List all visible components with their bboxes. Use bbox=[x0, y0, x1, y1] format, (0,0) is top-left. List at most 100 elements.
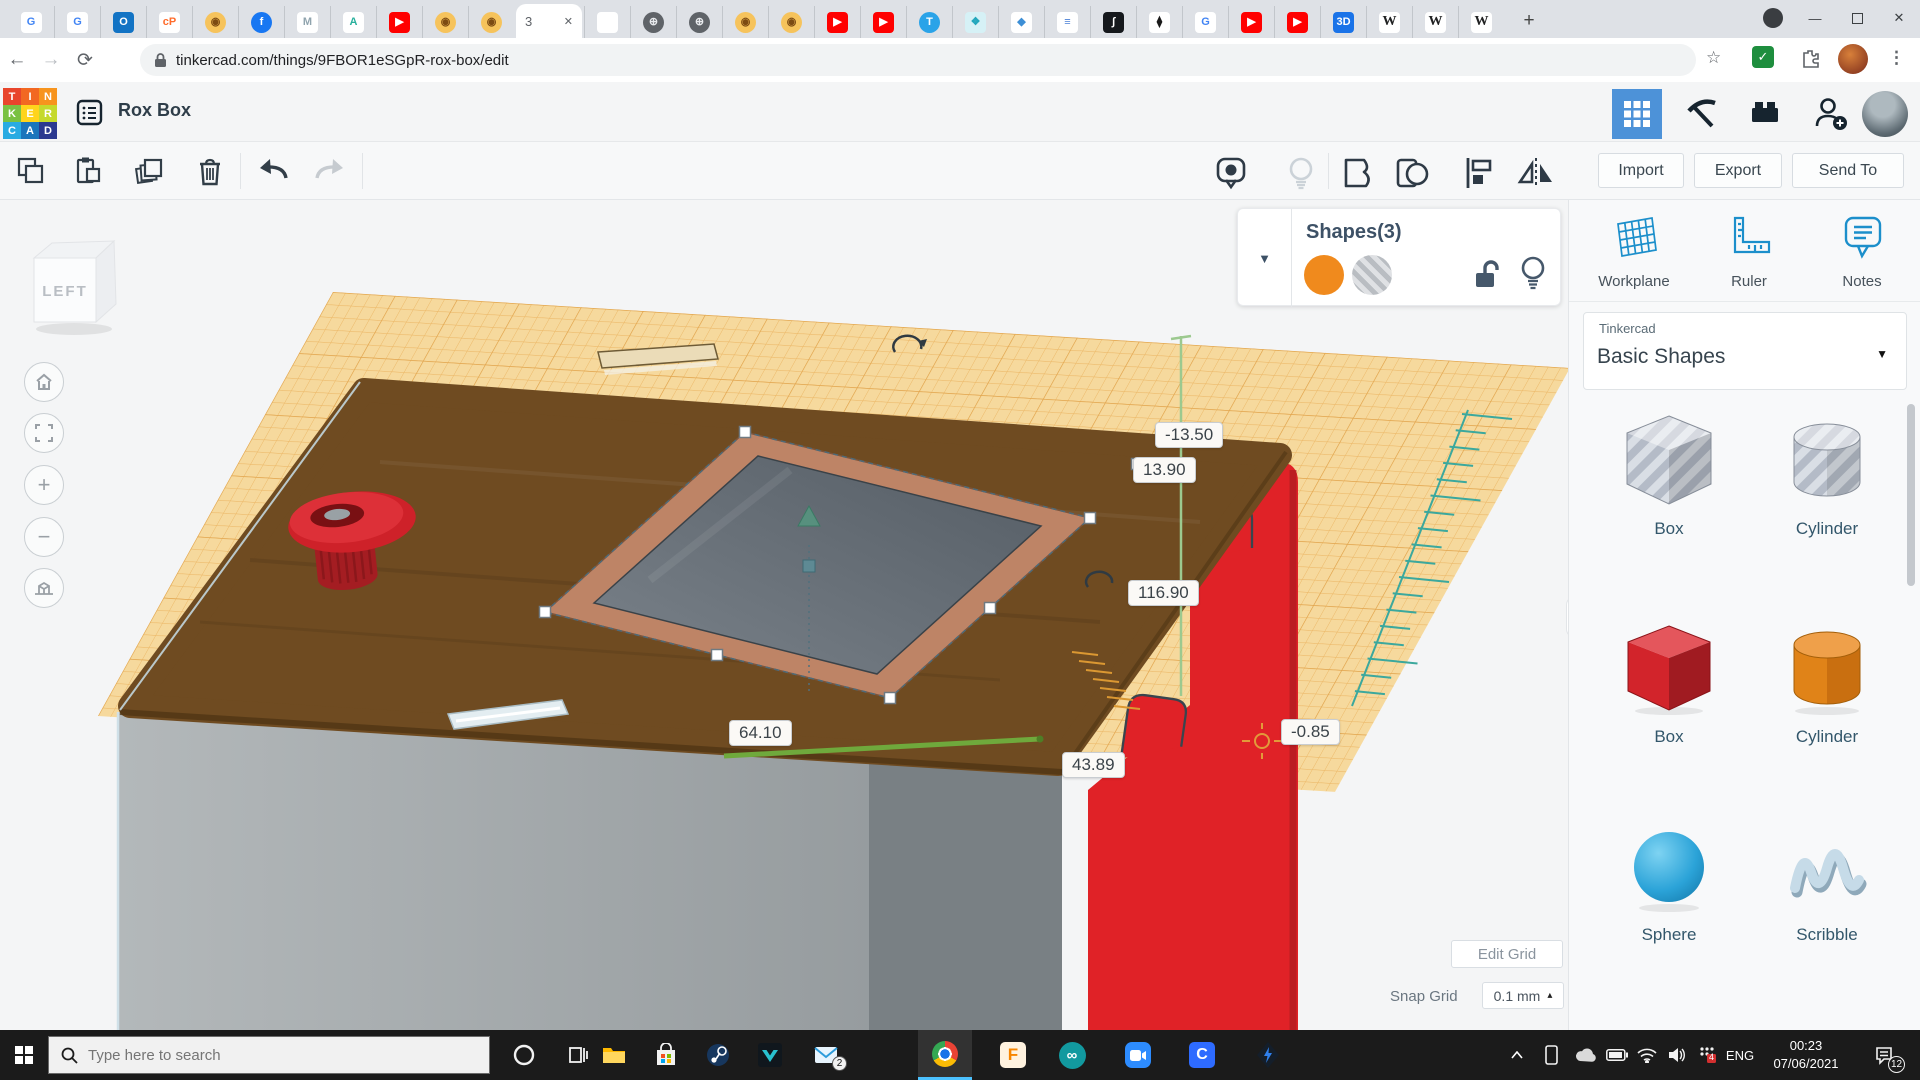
delete-icon[interactable] bbox=[194, 156, 226, 188]
shape-sphere[interactable]: Sphere bbox=[1609, 822, 1729, 945]
close-button[interactable]: ✕ bbox=[1878, 0, 1920, 36]
color-swatch-solid[interactable] bbox=[1304, 255, 1344, 295]
epic-launcher-button[interactable] bbox=[1242, 1030, 1294, 1080]
tab-close-icon[interactable]: ✕ bbox=[564, 15, 573, 28]
workplane-tool[interactable]: Workplane bbox=[1582, 214, 1686, 290]
duplicate-icon[interactable] bbox=[133, 156, 165, 188]
file-explorer-button[interactable] bbox=[590, 1030, 638, 1080]
steam-button[interactable] bbox=[694, 1030, 742, 1080]
new-tab-button[interactable]: + bbox=[1514, 6, 1544, 36]
start-button[interactable] bbox=[0, 1030, 48, 1080]
ruler-tool[interactable]: Ruler bbox=[1697, 214, 1801, 290]
shape-scribble[interactable]: Scribble bbox=[1767, 822, 1887, 945]
browser-tab[interactable]: W bbox=[1458, 6, 1504, 38]
ms-store-button[interactable] bbox=[642, 1030, 690, 1080]
minimize-button[interactable]: — bbox=[1794, 0, 1836, 36]
browser-tab[interactable]: 3D bbox=[1320, 6, 1366, 38]
forward-button[interactable]: → bbox=[34, 49, 68, 71]
paste-icon[interactable] bbox=[73, 156, 103, 186]
browser-tab[interactable]: G bbox=[8, 6, 54, 38]
undo-icon[interactable] bbox=[256, 156, 290, 188]
fit-view-button[interactable] bbox=[24, 413, 64, 453]
browser-tab[interactable]: ⊕ bbox=[630, 6, 676, 38]
browser-tab[interactable]: W bbox=[1366, 6, 1412, 38]
add-person-icon[interactable] bbox=[1812, 95, 1848, 131]
taskbar-clock[interactable]: 00:23 07/06/2021 bbox=[1758, 1037, 1854, 1073]
extension-check-icon[interactable]: ✓ bbox=[1752, 46, 1774, 68]
back-button[interactable]: ← bbox=[0, 49, 34, 71]
browser-tab[interactable]: ⊕ bbox=[676, 6, 722, 38]
mail-button[interactable]: 2 bbox=[800, 1030, 852, 1080]
home-view-button[interactable] bbox=[24, 362, 64, 402]
predator-button[interactable] bbox=[746, 1030, 794, 1080]
brick-icon[interactable] bbox=[1748, 95, 1782, 129]
group-icon[interactable] bbox=[1340, 156, 1374, 190]
flip-mirror-icon[interactable] bbox=[1516, 156, 1556, 190]
wifi-icon[interactable] bbox=[1632, 1030, 1662, 1080]
copy-icon[interactable] bbox=[16, 156, 46, 186]
shape-box-solid[interactable]: Box bbox=[1609, 620, 1729, 747]
browser-tab[interactable]: ◉ bbox=[192, 6, 238, 38]
clipchamp-button[interactable]: C bbox=[1176, 1030, 1228, 1080]
browser-tab[interactable]: ▶ bbox=[814, 6, 860, 38]
design-title[interactable]: Rox Box bbox=[118, 100, 191, 121]
dimension-input[interactable]: 116.90 bbox=[1128, 580, 1199, 606]
zoom-out-button[interactable]: − bbox=[24, 517, 64, 557]
browser-avatar[interactable] bbox=[1838, 44, 1868, 74]
shape-box-hole[interactable]: Box bbox=[1609, 412, 1729, 539]
address-bar[interactable]: tinkercad.com/things/9FBOR1eSGpR-rox-box… bbox=[140, 44, 1696, 76]
shape-library-select[interactable]: Tinkercad Basic Shapes ▼ bbox=[1583, 312, 1907, 390]
language-indicator[interactable]: ENG bbox=[1722, 1030, 1758, 1080]
browser-tab[interactable]: ◉ bbox=[722, 6, 768, 38]
zoom-button[interactable] bbox=[1112, 1030, 1164, 1080]
print-queue-icon[interactable]: 4 bbox=[1692, 1030, 1722, 1080]
battery-icon[interactable] bbox=[1602, 1030, 1632, 1080]
send-to-button[interactable]: Send To bbox=[1792, 153, 1904, 188]
notes-tool[interactable]: Notes bbox=[1810, 214, 1914, 290]
panel-collapse-button[interactable]: ▼ bbox=[1238, 209, 1292, 307]
lightbulb-icon[interactable] bbox=[1286, 156, 1316, 190]
3d-viewport[interactable] bbox=[0, 200, 1568, 1030]
browser-tab[interactable] bbox=[584, 6, 630, 38]
browser-tab-active[interactable]: 3 ✕ bbox=[516, 4, 582, 38]
browser-tab[interactable]: ◉ bbox=[768, 6, 814, 38]
dimension-input[interactable]: -13.50 bbox=[1155, 422, 1223, 448]
browser-tab[interactable]: cP bbox=[146, 6, 192, 38]
browser-tab[interactable]: ≡ bbox=[1044, 6, 1090, 38]
dimension-input[interactable]: 64.10 bbox=[729, 720, 792, 746]
reload-button[interactable]: ⟳ bbox=[68, 49, 102, 72]
snap-grid-select[interactable]: 0.1 mm ▴ bbox=[1482, 982, 1564, 1009]
chrome-button[interactable] bbox=[918, 1030, 972, 1080]
browser-tab[interactable]: W bbox=[1412, 6, 1458, 38]
browser-tab[interactable]: ▶ bbox=[860, 6, 906, 38]
dimension-input[interactable]: 43.89 bbox=[1062, 752, 1125, 778]
browser-tab[interactable]: ◉ bbox=[422, 6, 468, 38]
export-button[interactable]: Export bbox=[1694, 153, 1782, 188]
onedrive-icon[interactable] bbox=[1570, 1030, 1600, 1080]
bulb-icon[interactable] bbox=[1518, 255, 1548, 291]
browser-tab[interactable]: ▶ bbox=[1228, 6, 1274, 38]
browser-tab[interactable]: ◉ bbox=[468, 6, 514, 38]
browser-menu-icon[interactable]: ⋮ bbox=[1888, 48, 1905, 68]
notification-center-button[interactable]: 12 bbox=[1862, 1030, 1906, 1080]
show-all-icon[interactable] bbox=[1214, 156, 1248, 190]
fusion360-button[interactable]: F bbox=[988, 1030, 1038, 1080]
unlock-icon[interactable] bbox=[1473, 259, 1501, 291]
dimension-input[interactable]: -0.85 bbox=[1281, 719, 1340, 745]
design-menu-icon[interactable] bbox=[76, 99, 103, 126]
browser-profile-badge[interactable] bbox=[1752, 0, 1794, 36]
browser-tab[interactable]: M bbox=[284, 6, 330, 38]
search-input[interactable] bbox=[88, 1047, 448, 1064]
tray-expand-button[interactable] bbox=[1502, 1030, 1532, 1080]
align-icon[interactable] bbox=[1462, 156, 1494, 190]
browser-tab[interactable]: ▶ bbox=[376, 6, 422, 38]
shape-cylinder-hole[interactable]: Cylinder bbox=[1767, 412, 1887, 539]
dimension-input[interactable]: 13.90 bbox=[1133, 457, 1196, 483]
tinkercad-logo[interactable]: T I N K E R C A D bbox=[3, 88, 57, 139]
user-avatar[interactable] bbox=[1862, 91, 1908, 137]
bookmark-star-icon[interactable]: ☆ bbox=[1706, 48, 1721, 68]
browser-tab[interactable]: A bbox=[330, 6, 376, 38]
browser-tab[interactable]: ▶ bbox=[1274, 6, 1320, 38]
browser-tab[interactable]: ⧫ bbox=[1136, 6, 1182, 38]
dashboard-grid-button[interactable] bbox=[1612, 89, 1662, 139]
